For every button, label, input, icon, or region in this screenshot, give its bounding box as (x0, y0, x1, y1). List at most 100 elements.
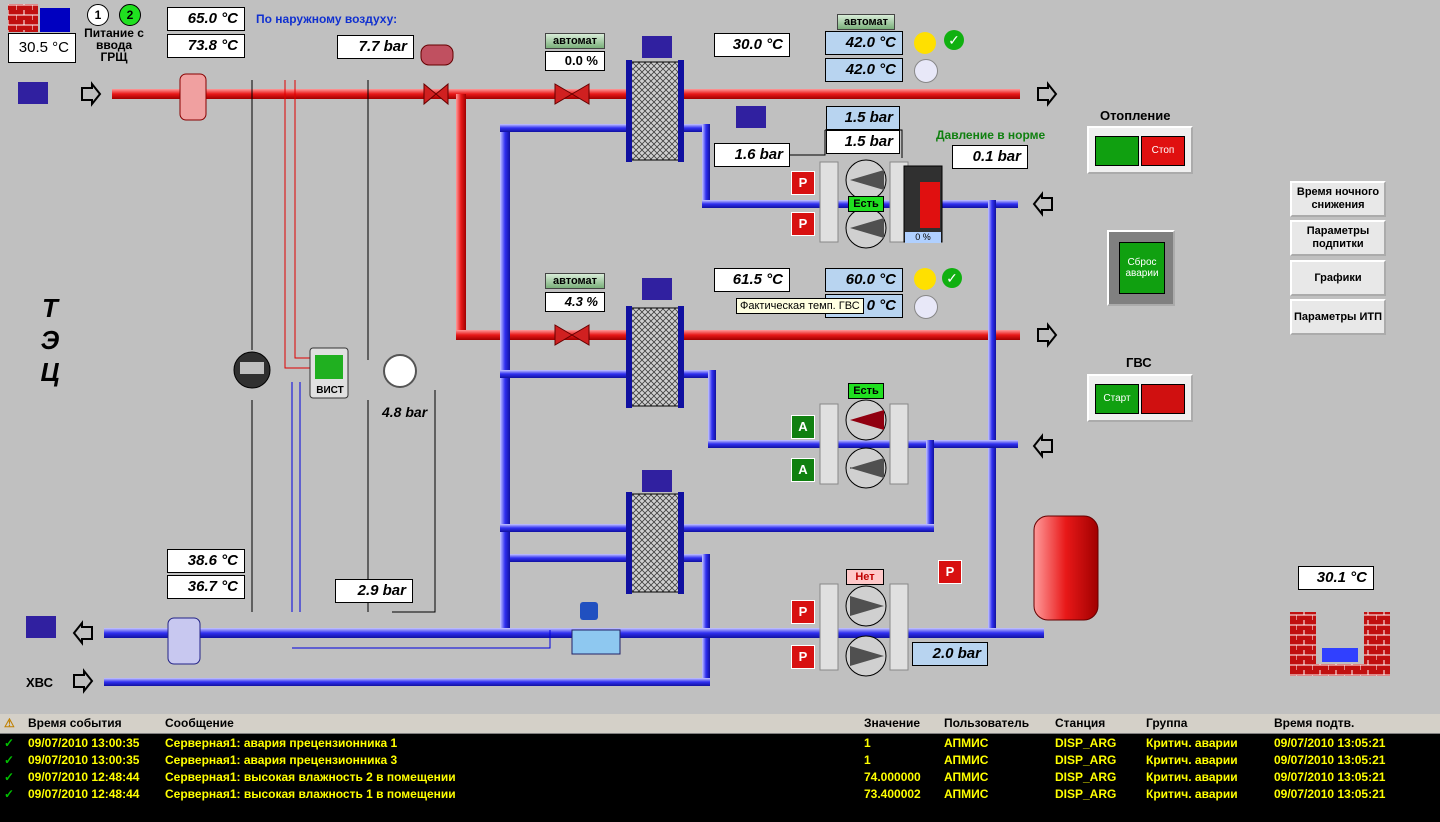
heating-stop-button[interactable]: Стоп (1141, 136, 1185, 166)
header-temperature: 30.5 °C (8, 33, 76, 63)
heating-pressure-right: 0.1 bar (952, 145, 1028, 169)
heating-pump-1-mode[interactable]: P (791, 171, 815, 195)
event-message: Серверная1: авария прецензионника 1 (165, 736, 398, 750)
cold-water-label: ХВС (26, 675, 53, 690)
power-input-2-indicator: 2 (119, 4, 141, 26)
event-user: АПМИС (944, 770, 989, 784)
event-message: Серверная1: высокая влажность 1 в помеще… (165, 787, 456, 801)
pipe-diagram (8, 4, 1390, 694)
col-group[interactable]: Группа (1146, 716, 1187, 730)
event-log-header: ⚠ Время события Сообщение Значение Польз… (0, 714, 1440, 734)
event-log: ⚠ Время события Сообщение Значение Польз… (0, 714, 1440, 822)
heating-valve-position: 0.0 % (545, 51, 605, 71)
heating-pressure-left: 1.6 bar (714, 143, 790, 167)
event-ack-time: 09/07/2010 13:05:21 (1274, 787, 1386, 801)
dhw-setpoint-day[interactable]: 60.0 °C (825, 268, 903, 292)
power-input-1-indicator: 1 (87, 4, 109, 26)
sun-icon (914, 268, 936, 290)
event-row[interactable]: ✓ 09/07/2010 12:48:44 Серверная1: высока… (0, 786, 1440, 804)
event-message: Серверная1: высокая влажность 2 в помеще… (165, 770, 456, 784)
cold-water-pressure: 2.9 bar (335, 579, 413, 603)
col-ack-time[interactable]: Время подтв. (1274, 716, 1354, 730)
event-row[interactable]: ✓ 09/07/2010 12:48:44 Серверная1: высока… (0, 769, 1440, 787)
makeup-pump-1-mode[interactable]: P (791, 600, 815, 624)
return-temp-1: 38.6 °C (167, 549, 245, 573)
check-icon: ✓ (942, 268, 962, 288)
dhw-valve-mode[interactable]: автомат (545, 273, 605, 289)
moon-icon (914, 59, 938, 83)
supply-temp-1: 65.0 °C (167, 7, 245, 31)
dhw-pump-1-mode[interactable]: A (791, 415, 815, 439)
heating-setpoint-mode[interactable]: автомат (837, 14, 895, 30)
col-value[interactable]: Значение (864, 716, 920, 730)
event-row[interactable]: ✓ 09/07/2010 13:00:35 Серверная1: авария… (0, 752, 1440, 770)
inlet-pressure: 7.7 bar (337, 35, 414, 59)
col-user[interactable]: Пользователь (944, 716, 1029, 730)
event-value: 74.000000 (864, 770, 921, 784)
reset-alarm-button[interactable]: Сброс аварии (1119, 242, 1165, 294)
warning-icon: ⚠ (4, 716, 15, 730)
event-group: Критич. аварии (1146, 736, 1238, 750)
power-label: Питание с ввода ГРЩ (84, 26, 144, 64)
col-message[interactable]: Сообщение (165, 716, 234, 730)
night-setback-button[interactable]: Время ночного снижения (1290, 181, 1386, 217)
dhw-out-temp: 61.5 °C (714, 268, 790, 292)
col-event-time[interactable]: Время события (28, 716, 122, 730)
check-icon: ✓ (944, 30, 964, 50)
event-message: Серверная1: авария прецензионника 3 (165, 753, 398, 767)
makeup-params-button[interactable]: Параметры подпитки (1290, 220, 1386, 256)
heating-pump-status: Есть (848, 196, 884, 212)
heat-exchanger-dhw (626, 306, 684, 408)
charts-button[interactable]: Графики (1290, 260, 1386, 296)
event-time: 09/07/2010 13:00:35 (28, 736, 140, 750)
event-station: DISP_ARG (1055, 736, 1117, 750)
event-station: DISP_ARG (1055, 770, 1117, 784)
event-value: 1 (864, 753, 871, 767)
heating-pump-2-mode[interactable]: P (791, 212, 815, 236)
dhw-stop-button[interactable] (1141, 384, 1185, 414)
makeup-pump-status: Нет (846, 569, 884, 585)
vfd-output: 0 % (905, 232, 941, 243)
heat-exchanger-heating (626, 60, 684, 162)
event-group: Критич. аварии (1146, 770, 1238, 784)
heating-panel-title: Отопление (1100, 108, 1171, 123)
event-ack-time: 09/07/2010 13:05:21 (1274, 770, 1386, 784)
event-station: DISP_ARG (1055, 787, 1117, 801)
event-ack-time: 09/07/2010 13:05:21 (1274, 736, 1386, 750)
event-time: 09/07/2010 12:48:44 (28, 770, 140, 784)
moon-icon (914, 295, 938, 319)
dhw-start-button[interactable]: Старт (1095, 384, 1139, 414)
sun-icon (914, 32, 936, 54)
event-ack-time: 09/07/2010 13:05:21 (1274, 753, 1386, 767)
heating-pressure-top: 1.5 bar (826, 106, 900, 130)
heating-pressure-mid: 1.5 bar (826, 130, 900, 154)
heating-setpoint-day[interactable]: 42.0 °C (825, 31, 903, 55)
room-temp: 30.1 °C (1298, 566, 1374, 590)
event-station: DISP_ARG (1055, 753, 1117, 767)
ack-check-icon: ✓ (4, 770, 15, 784)
col-station[interactable]: Станция (1055, 716, 1105, 730)
supply-temp-2: 73.8 °C (167, 34, 245, 58)
event-time: 09/07/2010 13:00:35 (28, 753, 140, 767)
heating-out-temp: 30.0 °C (714, 33, 790, 57)
event-value: 73.400002 (864, 787, 921, 801)
makeup-valve-mode[interactable]: P (938, 560, 962, 584)
heating-panel: Стоп (1087, 126, 1193, 174)
heating-start-button[interactable] (1095, 136, 1139, 166)
makeup-pump-2-mode[interactable]: P (791, 645, 815, 669)
dhw-pump-2-mode[interactable]: A (791, 458, 815, 482)
heating-valve-mode[interactable]: автомат (545, 33, 605, 49)
itp-params-button[interactable]: Параметры ИТП (1290, 299, 1386, 335)
outdoor-air-label: По наружному воздуху: (256, 12, 398, 26)
ack-check-icon: ✓ (4, 736, 15, 750)
heating-setpoint-night[interactable]: 42.0 °C (825, 58, 903, 82)
event-time: 09/07/2010 12:48:44 (28, 787, 140, 801)
makeup-pressure: 2.0 bar (912, 642, 988, 666)
event-user: АПМИС (944, 736, 989, 750)
reset-panel: Сброс аварии (1107, 230, 1175, 306)
event-row[interactable]: ✓ 09/07/2010 13:00:35 Серверная1: авария… (0, 735, 1440, 753)
heat-exchanger-preheat (626, 492, 684, 594)
tooltip: Фактическая темп. ГВС (736, 298, 864, 314)
vist-label: ВИСТ (316, 385, 344, 396)
tec-label: Т Э Ц (40, 293, 60, 387)
